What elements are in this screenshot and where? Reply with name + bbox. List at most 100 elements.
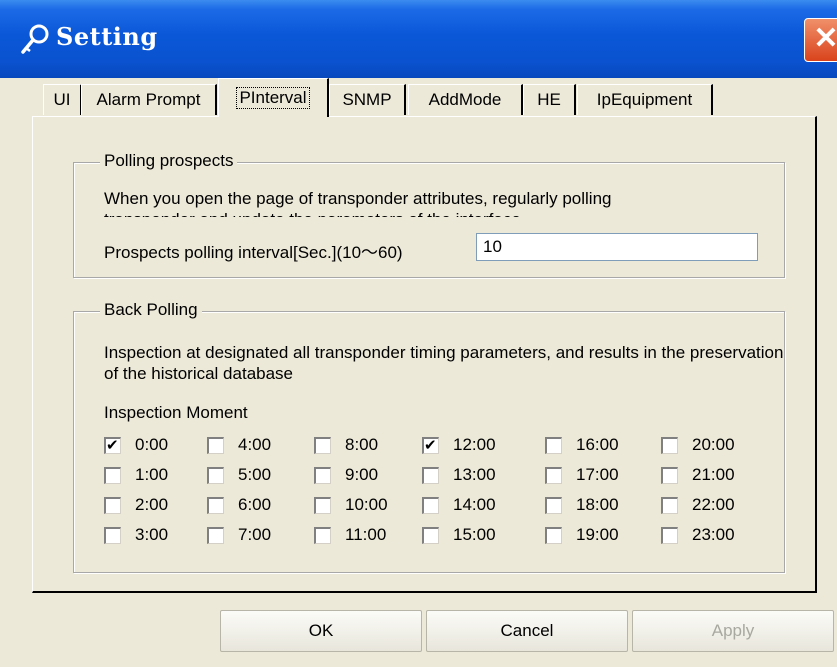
hour-label: 3:00 xyxy=(135,525,169,544)
hour-label: 10:00 xyxy=(345,495,388,514)
checkbox[interactable] xyxy=(545,496,562,514)
hour-label: 1:00 xyxy=(135,465,169,484)
key-icon xyxy=(21,24,49,54)
checkbox[interactable] xyxy=(661,436,678,454)
hour-label: 9:00 xyxy=(345,465,379,484)
hour-label: 12:00 xyxy=(453,435,496,454)
checkbox[interactable] xyxy=(661,526,678,544)
hour-label: 20:00 xyxy=(692,435,735,454)
tab-addmode[interactable]: AddMode xyxy=(408,84,523,115)
hour-checkbox-item[interactable]: 6:00 xyxy=(207,494,271,516)
tab-ui[interactable]: UI xyxy=(43,84,82,115)
checkbox[interactable] xyxy=(104,526,121,544)
tab-label: PInterval xyxy=(236,87,310,109)
hour-checkbox-item[interactable]: 12:00 xyxy=(422,434,496,456)
checkbox[interactable] xyxy=(104,496,121,514)
hour-label: 16:00 xyxy=(576,435,619,454)
hour-checkbox-item[interactable]: 18:00 xyxy=(545,494,619,516)
hour-checkbox-item[interactable]: 21:00 xyxy=(661,464,735,486)
tab-pinterval[interactable]: PInterval xyxy=(218,78,329,117)
apply-button[interactable]: Apply xyxy=(632,610,834,652)
hour-checkbox-item[interactable]: 7:00 xyxy=(207,524,271,546)
hour-label: 23:00 xyxy=(692,525,735,544)
hour-label: 17:00 xyxy=(576,465,619,484)
checkbox[interactable] xyxy=(314,496,331,514)
hour-checkbox-item[interactable]: 3:00 xyxy=(104,524,168,546)
window-title: Setting xyxy=(56,22,158,51)
hour-checkbox-item[interactable]: 17:00 xyxy=(545,464,619,486)
ok-button[interactable]: OK xyxy=(220,610,422,652)
tab-label: Alarm Prompt xyxy=(96,90,201,109)
checkbox[interactable] xyxy=(422,466,439,484)
cancel-button[interactable]: Cancel xyxy=(426,610,628,652)
checkbox[interactable] xyxy=(314,526,331,544)
hour-label: 18:00 xyxy=(576,495,619,514)
title-bar[interactable]: Setting ✕ xyxy=(0,0,837,78)
description-line: transponder and update the parameters of… xyxy=(104,209,774,217)
close-button[interactable]: ✕ xyxy=(804,18,837,62)
hour-label: 8:00 xyxy=(345,435,379,454)
interval-label: Prospects polling interval[Sec.](10～60) xyxy=(104,243,403,262)
hour-label: 11:00 xyxy=(345,525,387,544)
checkbox[interactable] xyxy=(207,436,224,454)
hour-checkbox-item[interactable]: 19:00 xyxy=(545,524,619,546)
checkbox[interactable] xyxy=(207,526,224,544)
hour-checkbox-item[interactable]: 1:00 xyxy=(104,464,168,486)
polling-prospects-description: When you open the page of transponder at… xyxy=(104,188,774,217)
hour-label: 2:00 xyxy=(135,495,169,514)
description-line: When you open the page of transponder at… xyxy=(104,189,612,208)
hour-checkbox-item[interactable]: 14:00 xyxy=(422,494,496,516)
checkbox[interactable] xyxy=(314,436,331,454)
hour-checkbox-item[interactable]: 10:00 xyxy=(314,494,388,516)
hour-label: 5:00 xyxy=(238,465,272,484)
hour-label: 0:00 xyxy=(135,435,169,454)
setting-dialog: Setting ✕ UI Alarm Prompt PInterval SNMP… xyxy=(0,0,837,667)
checkbox[interactable] xyxy=(422,436,439,454)
hour-checkbox-item[interactable]: 13:00 xyxy=(422,464,496,486)
hour-checkbox-item[interactable]: 9:00 xyxy=(314,464,378,486)
tab-label: HE xyxy=(537,90,561,109)
hour-label: 4:00 xyxy=(238,435,272,454)
hour-checkbox-item[interactable]: 0:00 xyxy=(104,434,168,456)
hour-label: 6:00 xyxy=(238,495,272,514)
checkbox[interactable] xyxy=(545,436,562,454)
back-polling-description: Inspection at designated all transponder… xyxy=(104,343,784,383)
tab-snmp[interactable]: SNMP xyxy=(329,84,406,115)
back-polling-title: Back Polling xyxy=(100,300,202,320)
checkbox[interactable] xyxy=(661,466,678,484)
hour-checkbox-item[interactable]: 4:00 xyxy=(207,434,271,456)
checkbox[interactable] xyxy=(104,436,121,454)
tab-label: IpEquipment xyxy=(596,90,693,109)
tab-label: SNMP xyxy=(342,90,392,109)
hour-checkbox-item[interactable]: 16:00 xyxy=(545,434,619,456)
hour-label: 15:00 xyxy=(453,525,496,544)
hour-label: 21:00 xyxy=(692,465,735,484)
checkbox[interactable] xyxy=(422,526,439,544)
checkbox[interactable] xyxy=(545,526,562,544)
tab-he[interactable]: HE xyxy=(523,84,576,115)
hour-checkbox-item[interactable]: 22:00 xyxy=(661,494,735,516)
checkbox[interactable] xyxy=(422,496,439,514)
hour-checkbox-item[interactable]: 11:00 xyxy=(314,524,386,546)
checkbox[interactable] xyxy=(661,496,678,514)
hour-label: 22:00 xyxy=(692,495,735,514)
tab-ipequipment[interactable]: IpEquipment xyxy=(577,84,713,115)
checkbox[interactable] xyxy=(545,466,562,484)
hour-checkbox-item[interactable]: 8:00 xyxy=(314,434,378,456)
checkbox[interactable] xyxy=(207,466,224,484)
hour-label: 7:00 xyxy=(238,525,272,544)
tab-alarm-prompt[interactable]: Alarm Prompt xyxy=(81,84,217,115)
checkbox[interactable] xyxy=(314,466,331,484)
checkbox[interactable] xyxy=(104,466,121,484)
hour-checkbox-item[interactable]: 23:00 xyxy=(661,524,735,546)
close-x-icon: ✕ xyxy=(813,22,837,55)
hour-checkbox-item[interactable]: 5:00 xyxy=(207,464,271,486)
checkbox[interactable] xyxy=(207,496,224,514)
hour-label: 13:00 xyxy=(453,465,496,484)
interval-input[interactable] xyxy=(476,233,758,261)
hour-checkbox-item[interactable]: 15:00 xyxy=(422,524,496,546)
hour-label: 19:00 xyxy=(576,525,619,544)
hour-checkbox-item[interactable]: 2:00 xyxy=(104,494,168,516)
inspection-moment-label: Inspection Moment xyxy=(104,403,248,422)
hour-checkbox-item[interactable]: 20:00 xyxy=(661,434,735,456)
